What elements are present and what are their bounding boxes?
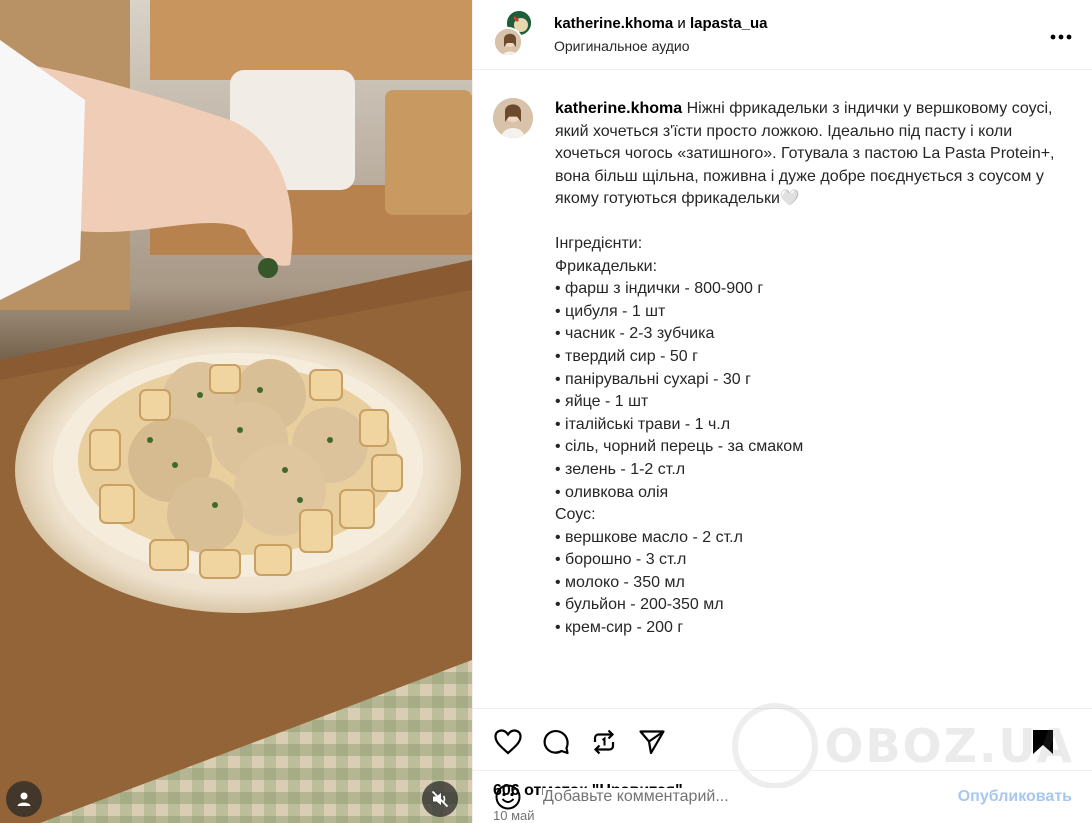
- caption-line: • зелень - 1-2 ст.л: [555, 460, 686, 478]
- comment-input[interactable]: [543, 788, 958, 806]
- like-button[interactable]: [493, 727, 523, 757]
- more-horizontal-icon: [1050, 34, 1072, 40]
- heart-icon: [494, 728, 522, 754]
- caption-line: • вершкове масло - 2 ст.л: [555, 528, 743, 546]
- comment-icon: [543, 729, 569, 754]
- caption-line: • яйце - 1 шт: [555, 393, 649, 411]
- food-photo: [0, 0, 472, 823]
- ingredients-list: Інгредієнти: Фрикадельки: • фарш з індич…: [555, 233, 1072, 640]
- author-avatar[interactable]: [493, 26, 523, 57]
- caption-line: • оливкова олія: [555, 483, 669, 501]
- user-icon: [17, 792, 31, 806]
- author-names: katherine.khoma и lapasta_ua Оригинально…: [554, 15, 768, 54]
- share-icon: [639, 729, 665, 754]
- tagged-users-button[interactable]: [6, 781, 42, 817]
- share-button[interactable]: [637, 727, 667, 757]
- caption-line: Соус:: [555, 506, 596, 524]
- bookmark-icon: [1033, 729, 1053, 754]
- repost-icon: [593, 729, 615, 754]
- post-media[interactable]: [0, 0, 472, 823]
- caption-line: • фарш з індички - 800-900 г: [555, 280, 764, 298]
- mute-button[interactable]: [422, 781, 458, 817]
- repost-button[interactable]: [589, 727, 619, 757]
- emoji-button[interactable]: [493, 782, 523, 812]
- caption-line: • цибуля - 1 шт: [555, 302, 666, 320]
- comment-bar: Опубликовать: [473, 770, 1092, 823]
- caption-line: Фрикадельки:: [555, 257, 658, 275]
- comment-button[interactable]: [541, 727, 571, 757]
- caption-line: • сіль, чорний перець - за смаком: [555, 438, 804, 456]
- speaker-muted-icon: [431, 790, 449, 808]
- publish-button[interactable]: Опубликовать: [958, 788, 1072, 806]
- emoji-icon: [495, 784, 521, 810]
- caption-line: • крем-сир - 200 г: [555, 619, 684, 637]
- caption-line: • панірувальні сухарі - 30 г: [555, 370, 751, 388]
- caption-author-avatar[interactable]: [493, 98, 533, 138]
- caption-username[interactable]: katherine.khoma: [555, 100, 682, 117]
- more-options-button[interactable]: [1050, 24, 1072, 45]
- caption-line: • бульйон - 200-350 мл: [555, 596, 724, 614]
- caption-text: katherine.khoma Ніжні фрикадельки з інди…: [555, 98, 1072, 708]
- caption-line: • твердий сир - 50 г: [555, 347, 698, 365]
- author-username[interactable]: katherine.khoma: [554, 15, 673, 32]
- caption-line: • борошно - 3 ст.л: [555, 551, 687, 569]
- post-details: katherine.khoma и lapasta_ua Оригинально…: [472, 0, 1092, 823]
- author-avatars[interactable]: [493, 8, 533, 57]
- save-button[interactable]: [1028, 727, 1058, 757]
- post-viewer: katherine.khoma и lapasta_ua Оригинально…: [0, 0, 1092, 823]
- caption-section: katherine.khoma Ніжні фрикадельки з інди…: [473, 70, 1092, 708]
- caption-line: Інгредієнти:: [555, 234, 643, 252]
- coauthor-username[interactable]: lapasta_ua: [690, 15, 768, 32]
- caption-line: • молоко - 350 мл: [555, 573, 685, 591]
- action-bar: [473, 708, 1092, 774]
- caption-line: • італійські трави - 1 ч.л: [555, 415, 731, 433]
- caption-line: • часник - 2-3 зубчика: [555, 325, 715, 343]
- conjunction-text: и: [677, 15, 686, 32]
- post-header: katherine.khoma и lapasta_ua Оригинально…: [473, 0, 1092, 70]
- audio-link[interactable]: Оригинальное аудио: [554, 38, 768, 54]
